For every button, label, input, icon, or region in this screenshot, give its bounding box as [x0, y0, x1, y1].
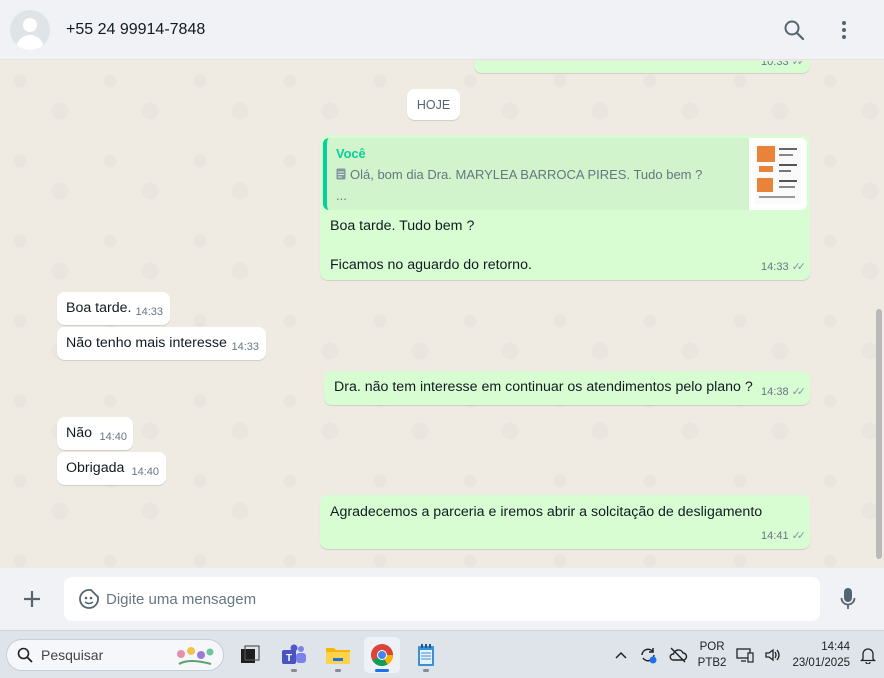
message-input[interactable]	[106, 579, 786, 619]
system-clock[interactable]: 14:44 23/01/2025	[792, 639, 850, 671]
message-bubble-incoming[interactable]: Não 14:40	[57, 417, 133, 450]
flowers-decoration-icon	[173, 644, 217, 673]
notification-bell-icon[interactable]	[860, 646, 876, 664]
read-ticks-icon: ✓✓	[791, 261, 807, 273]
read-ticks-icon: ✓✓	[791, 61, 807, 68]
message-time: 14:41	[761, 530, 789, 542]
message-text: Não	[66, 425, 93, 441]
read-ticks-icon: ✓✓	[791, 530, 807, 542]
notepad-icon[interactable]	[408, 637, 444, 673]
message-bubble-incoming[interactable]: Obrigada 14:40	[57, 452, 166, 485]
document-thumbnail	[749, 138, 807, 210]
quote-author: Você	[336, 146, 366, 161]
chat-header: +55 24 99914-7848	[0, 0, 884, 60]
quoted-message[interactable]: Você Olá, bom dia Dra. MARYLEA BARROCA P…	[323, 138, 807, 210]
message-input-box[interactable]	[64, 577, 820, 621]
windows-taskbar: Pesquisar T POR PTB2 14:44 23/01/2025	[0, 630, 884, 678]
chat-scrollbar[interactable]	[876, 309, 882, 559]
menu-icon[interactable]	[830, 16, 858, 44]
chrome-icon[interactable]	[364, 636, 400, 673]
message-list[interactable]: 10:33 ✓✓ HOJE Você Olá, bom dia Dra. MAR…	[0, 61, 884, 568]
reply-line-1: Boa tarde. Tudo bem ?	[330, 218, 475, 234]
quote-text: Olá, bom dia Dra. MARYLEA BARROCA PIRES.…	[336, 165, 702, 184]
message-text: Não tenho mais interesse	[66, 335, 227, 351]
message-bubble-outgoing[interactable]: Agradecemos a parceria e iremos abrir a …	[320, 495, 810, 549]
file-explorer-icon[interactable]	[320, 637, 356, 673]
task-view-icon[interactable]	[232, 637, 268, 673]
message-time: 14:33	[761, 261, 789, 273]
message-bubble-partial[interactable]: 10:33 ✓✓	[474, 61, 810, 73]
svg-text:T: T	[286, 653, 292, 664]
message-time: 14:40	[99, 431, 127, 443]
message-text: Boa tarde.	[66, 300, 132, 316]
input-language[interactable]: POR PTB2	[698, 639, 727, 671]
taskbar-search-label: Pesquisar	[41, 646, 104, 663]
message-bubble-reply[interactable]: Você Olá, bom dia Dra. MARYLEA BARROCA P…	[320, 135, 810, 280]
search-icon[interactable]	[780, 16, 808, 44]
sticker-icon[interactable]	[78, 588, 100, 610]
date-divider: HOJE	[407, 89, 460, 120]
message-time: 14:40	[131, 466, 159, 478]
message-time: 14:33	[135, 306, 163, 318]
read-ticks-icon: ✓✓	[791, 386, 807, 398]
reply-line-2: Ficamos no aguardo do retorno.	[330, 257, 532, 273]
message-text: Obrigada	[66, 460, 125, 476]
teams-icon[interactable]: T	[276, 637, 312, 673]
message-text: Agradecemos a parceria e iremos abrir a …	[330, 504, 763, 520]
message-text: Dra. não tem interesse em continuar os a…	[334, 379, 753, 395]
message-composer	[0, 568, 884, 630]
contact-name[interactable]: +55 24 99914-7848	[66, 21, 205, 39]
search-icon	[17, 647, 33, 663]
sync-icon[interactable]	[638, 645, 658, 665]
message-time: 14:33	[231, 341, 259, 353]
message-time: 10:33	[761, 61, 789, 68]
message-bubble-outgoing[interactable]: Dra. não tem interesse em continuar os a…	[324, 371, 810, 405]
volume-icon[interactable]	[764, 647, 782, 663]
message-bubble-incoming[interactable]: Boa tarde. 14:33	[57, 292, 170, 325]
taskbar-search[interactable]: Pesquisar	[6, 638, 224, 673]
message-bubble-incoming[interactable]: Não tenho mais interesse 14:33	[57, 327, 266, 360]
attach-plus-icon[interactable]	[12, 579, 52, 619]
cloud-offline-icon[interactable]	[668, 646, 688, 664]
document-icon	[336, 168, 346, 180]
message-time: 14:38	[761, 386, 789, 398]
contact-avatar[interactable]	[10, 9, 50, 50]
chevron-up-icon[interactable]	[614, 650, 628, 660]
quote-ellipsis: ...	[336, 188, 347, 203]
network-icon[interactable]	[736, 647, 755, 663]
microphone-icon[interactable]	[834, 585, 862, 613]
